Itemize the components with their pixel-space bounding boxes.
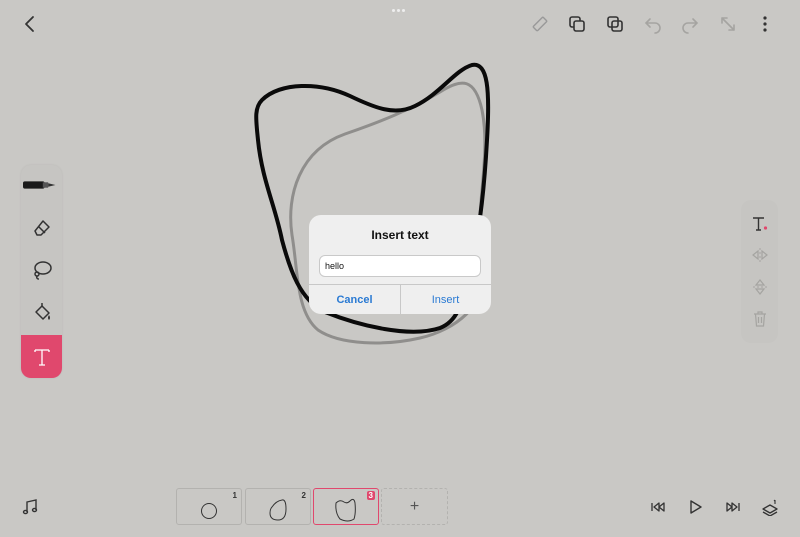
frame-thumbnail-2[interactable]: 2 bbox=[245, 488, 311, 525]
frame-thumbnail-1[interactable]: 1 bbox=[176, 488, 242, 525]
timeline-bar: 1 2 3 + bbox=[0, 480, 800, 537]
frame-number: 1 bbox=[232, 491, 237, 500]
cancel-button[interactable]: Cancel bbox=[309, 285, 400, 314]
skip-forward-button[interactable] bbox=[720, 494, 746, 520]
music-icon bbox=[22, 499, 38, 515]
layers-button[interactable] bbox=[757, 494, 783, 520]
skip-back-button[interactable] bbox=[645, 494, 671, 520]
music-button[interactable] bbox=[17, 494, 43, 520]
layers-icon bbox=[762, 499, 778, 516]
play-button[interactable] bbox=[682, 494, 708, 520]
play-icon bbox=[690, 500, 702, 514]
frame-number: 3 bbox=[366, 491, 375, 500]
dialog-overlay: Insert text Cancel Insert bbox=[0, 0, 800, 537]
skip-back-icon bbox=[651, 502, 665, 512]
skip-forward-icon bbox=[726, 502, 740, 512]
frame-thumbnail-3[interactable]: 3 bbox=[313, 488, 379, 525]
dialog-title: Insert text bbox=[371, 228, 429, 242]
add-frame-button[interactable]: + bbox=[381, 488, 448, 525]
text-input[interactable] bbox=[319, 255, 481, 277]
insert-text-dialog: Insert text Cancel Insert bbox=[309, 215, 491, 314]
insert-button[interactable]: Insert bbox=[400, 285, 491, 314]
frame-number: 2 bbox=[301, 491, 306, 500]
